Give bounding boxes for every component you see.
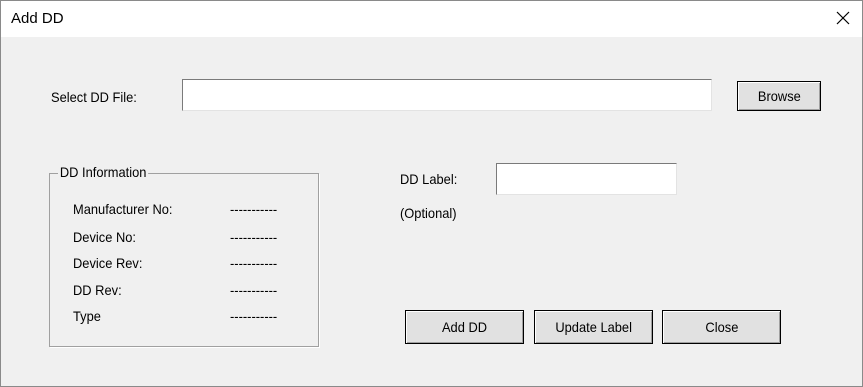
close-icon[interactable] (832, 7, 854, 29)
select-dd-file-label: Select DD File: (51, 89, 137, 105)
dd-rev-value: ----------- (230, 282, 278, 298)
title-bar: Add DD (1, 1, 862, 37)
close-button[interactable]: Close (662, 310, 781, 344)
device-no-label: Device No: (73, 229, 136, 245)
type-value: ----------- (230, 308, 278, 324)
browse-button[interactable]: Browse (737, 81, 821, 111)
dd-file-path-input[interactable] (182, 79, 712, 111)
browse-button-label: Browse (757, 88, 801, 104)
dd-label-label: DD Label: (400, 171, 458, 187)
add-dd-button[interactable]: Add DD (405, 310, 524, 344)
device-rev-label: Device Rev: (73, 255, 143, 271)
update-label-button-label: Update Label (555, 319, 632, 335)
dialog-title: Add DD (11, 10, 64, 27)
add-dd-button-label: Add DD (441, 319, 488, 335)
dd-label-input[interactable] (496, 163, 677, 195)
dd-label-optional-hint: (Optional) (400, 205, 457, 221)
dd-information-title: DD Information (58, 164, 149, 180)
manufacturer-no-value: ----------- (230, 201, 278, 217)
device-no-value: ----------- (230, 229, 278, 245)
add-dd-dialog: Add DD Select DD File: Browse DD Informa… (0, 0, 863, 387)
manufacturer-no-label: Manufacturer No: (73, 201, 173, 217)
device-rev-value: ----------- (230, 255, 278, 271)
type-label: Type (73, 308, 101, 324)
close-button-label: Close (705, 319, 738, 335)
dd-rev-label: DD Rev: (73, 282, 122, 298)
update-label-button[interactable]: Update Label (534, 310, 653, 344)
